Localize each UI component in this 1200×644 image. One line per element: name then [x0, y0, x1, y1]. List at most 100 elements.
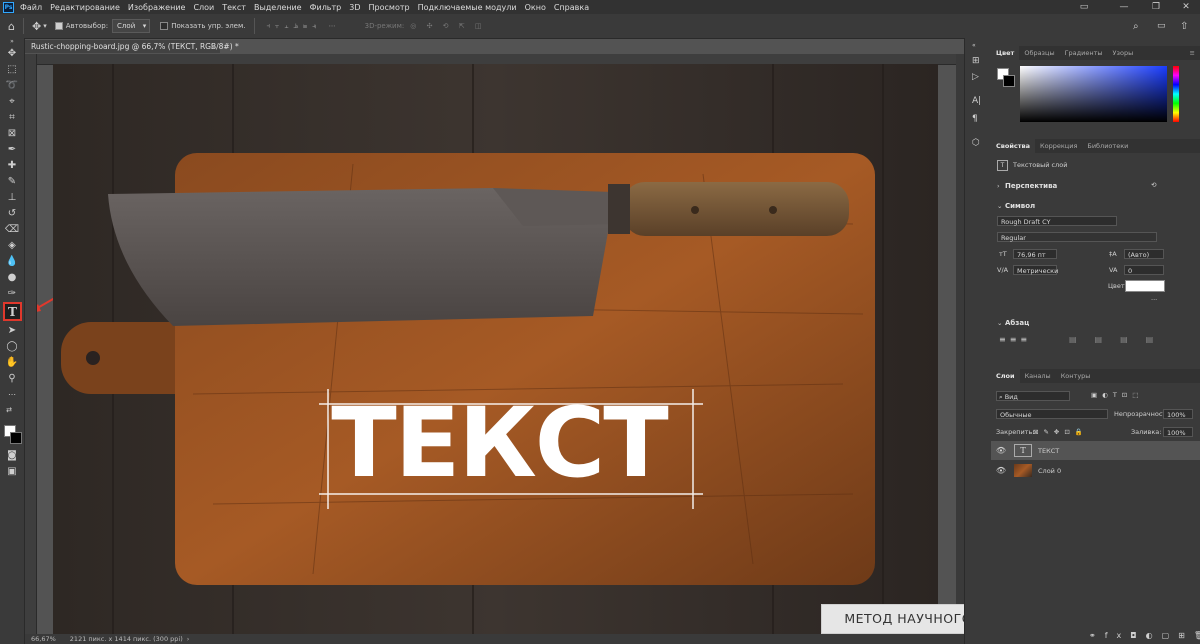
more-options-icon[interactable]: ··· — [1151, 296, 1157, 304]
menu-layers[interactable]: Слои — [193, 3, 214, 12]
font-family-field[interactable]: Rough Draft CY — [997, 216, 1117, 226]
background-color-swatch[interactable] — [10, 432, 22, 444]
opacity-field[interactable]: 100% — [1163, 409, 1193, 419]
type-tool-icon[interactable]: T — [3, 302, 22, 321]
brush-tool-icon[interactable]: ✎ — [4, 174, 20, 188]
tab-channels[interactable]: Каналы — [1020, 369, 1056, 383]
layer-name[interactable]: Слой 0 — [1038, 467, 1061, 475]
menu-type[interactable]: Текст — [222, 3, 246, 12]
paint-bucket-icon[interactable]: ◈ — [4, 238, 20, 252]
justify-buttons-icon[interactable]: ▤▤▤▤ — [1069, 335, 1171, 344]
clone-stamp-icon[interactable]: ⊥ — [4, 190, 20, 204]
tab-gradients[interactable]: Градиенты — [1060, 46, 1108, 60]
menu-view[interactable]: Просмотр — [369, 3, 410, 12]
reset-icon[interactable]: ⟲ — [1151, 181, 1156, 189]
quick-select-tool-icon[interactable]: ⌖ — [4, 94, 20, 108]
fill-field[interactable]: 100% — [1163, 427, 1193, 437]
tab-properties[interactable]: Свойства — [991, 139, 1036, 153]
restore-icon[interactable]: ▭ — [1072, 0, 1096, 14]
tab-libraries[interactable]: Библиотеки — [1082, 139, 1133, 153]
align-buttons-icon[interactable]: ≡≡≡ — [999, 335, 1031, 344]
vertical-scrollbar[interactable] — [956, 54, 964, 634]
menu-window[interactable]: Окно — [525, 3, 546, 12]
layer-name[interactable]: ТЕКСТ — [1038, 447, 1059, 455]
chevron-right-icon[interactable]: › — [997, 182, 1000, 190]
document-canvas[interactable]: ТЕКСТ — [53, 64, 938, 634]
lock-icons[interactable]: ⊠✎✥⊡🔒 — [1033, 428, 1088, 436]
3d-icon[interactable]: ⬡ — [972, 138, 980, 148]
menu-3d[interactable]: 3D — [349, 3, 360, 12]
3d-controls-icons[interactable]: ◎ ✣ ⟲ ⇱ ◫ — [410, 22, 485, 30]
share-icon[interactable]: ⇧ — [1180, 21, 1188, 32]
more-tools-icon[interactable]: ⋯ — [4, 387, 20, 401]
menu-plugins[interactable]: Подключаемые модули — [418, 3, 517, 12]
history-brush-icon[interactable]: ↺ — [4, 206, 20, 220]
screen-mode-icon[interactable]: ▣ — [4, 464, 20, 478]
align-icons[interactable]: ⫞⫟⫠⫡⫢⫣ ⋯ — [267, 22, 341, 31]
tab-paths[interactable]: Контуры — [1056, 369, 1096, 383]
visibility-eye-icon[interactable]: 👁 — [994, 466, 1008, 475]
color-picker-field[interactable] — [1020, 66, 1167, 122]
healing-brush-icon[interactable]: ✚ — [4, 158, 20, 172]
marquee-tool-icon[interactable]: ⬚ — [4, 62, 20, 76]
chevron-down-icon[interactable]: ▾ — [43, 22, 47, 30]
eyedropper-tool-icon[interactable]: ✒ — [4, 142, 20, 156]
perspective-header[interactable]: Перспектива — [1005, 182, 1057, 190]
path-select-icon[interactable]: ➤ — [4, 323, 20, 337]
eraser-tool-icon[interactable]: ⌫ — [4, 222, 20, 236]
tab-adjustments[interactable]: Коррекция — [1035, 139, 1082, 153]
photoshop-logo-icon[interactable]: Ps — [3, 1, 14, 13]
move-tool-icon[interactable]: ✥ — [32, 20, 41, 33]
actions-icon[interactable]: ▷ — [972, 72, 979, 82]
bg-color-swatch[interactable] — [1003, 75, 1015, 87]
panel-menu-icon[interactable]: ≡ — [1185, 46, 1200, 60]
hue-slider[interactable] — [1173, 66, 1179, 122]
chevron-right-icon[interactable]: › — [187, 635, 190, 643]
search-icon[interactable]: ⌕ — [1133, 21, 1139, 32]
autoselect-checkbox[interactable] — [54, 22, 63, 30]
character-icon[interactable]: A| — [972, 96, 981, 106]
layers-footer-icons[interactable]: ⚭fx◘◐▢⊞🗑 — [1089, 631, 1200, 640]
chevron-down-icon[interactable]: ⌄ — [997, 319, 1002, 327]
frame-tool-icon[interactable]: ⊠ — [4, 126, 20, 140]
pen-tool-icon[interactable]: ✑ — [4, 286, 20, 300]
font-style-field[interactable]: Regular — [997, 232, 1157, 242]
ellipse-tool-icon[interactable]: ◯ — [4, 339, 20, 353]
menu-image[interactable]: Изображение — [128, 3, 186, 12]
maximize-icon[interactable]: ❐ — [1144, 0, 1168, 14]
hand-tool-icon[interactable]: ✋ — [4, 355, 20, 369]
layer-row[interactable]: 👁 T ТЕКСТ — [991, 441, 1200, 460]
collapse-icon[interactable]: « — [972, 42, 976, 49]
kerning-field[interactable]: Метрически — [1013, 265, 1058, 275]
menu-file[interactable]: Файл — [20, 3, 42, 12]
lasso-tool-icon[interactable]: ➰ — [4, 78, 20, 92]
show-controls-checkbox[interactable] — [160, 22, 169, 30]
quick-mask-icon[interactable]: ◙ — [4, 448, 20, 462]
collapse-icon[interactable]: » — [4, 38, 20, 45]
menu-help[interactable]: Справка — [554, 3, 589, 12]
blur-tool-icon[interactable]: 💧 — [4, 254, 20, 268]
menu-select[interactable]: Выделение — [254, 3, 302, 12]
move-tool-icon[interactable]: ✥ — [4, 46, 20, 60]
layer-filter-field[interactable]: ⌕ Вид — [996, 391, 1070, 401]
swap-colors-icon[interactable]: ⇄ — [4, 403, 14, 417]
home-icon[interactable]: ⌂ — [8, 20, 15, 33]
dodge-tool-icon[interactable]: ● — [4, 270, 20, 284]
close-tab-icon[interactable]: × — [210, 40, 216, 54]
tracking-field[interactable]: 0 — [1124, 265, 1164, 275]
visibility-eye-icon[interactable]: 👁 — [994, 446, 1008, 455]
paragraph-icon[interactable]: ¶ — [972, 114, 978, 124]
crop-tool-icon[interactable]: ⌗ — [4, 110, 20, 124]
close-icon[interactable]: ✕ — [1174, 0, 1198, 14]
minimize-icon[interactable]: — — [1112, 0, 1136, 14]
font-size-field[interactable]: 76,96 пт — [1013, 249, 1057, 259]
symbol-header[interactable]: Символ — [1005, 202, 1035, 210]
layer-filter-icons[interactable]: ▣◐T⊡⬚ — [1091, 391, 1143, 399]
history-icon[interactable]: ⊞ — [972, 56, 980, 66]
paragraph-header[interactable]: Абзац — [1005, 319, 1029, 327]
workspace-icon[interactable]: ▭ — [1157, 21, 1166, 31]
tab-layers[interactable]: Слои — [991, 369, 1020, 383]
autoselect-dropdown[interactable]: Слой — [112, 19, 151, 33]
menu-filter[interactable]: Фильтр — [310, 3, 342, 12]
zoom-tool-icon[interactable]: ⚲ — [4, 371, 20, 385]
